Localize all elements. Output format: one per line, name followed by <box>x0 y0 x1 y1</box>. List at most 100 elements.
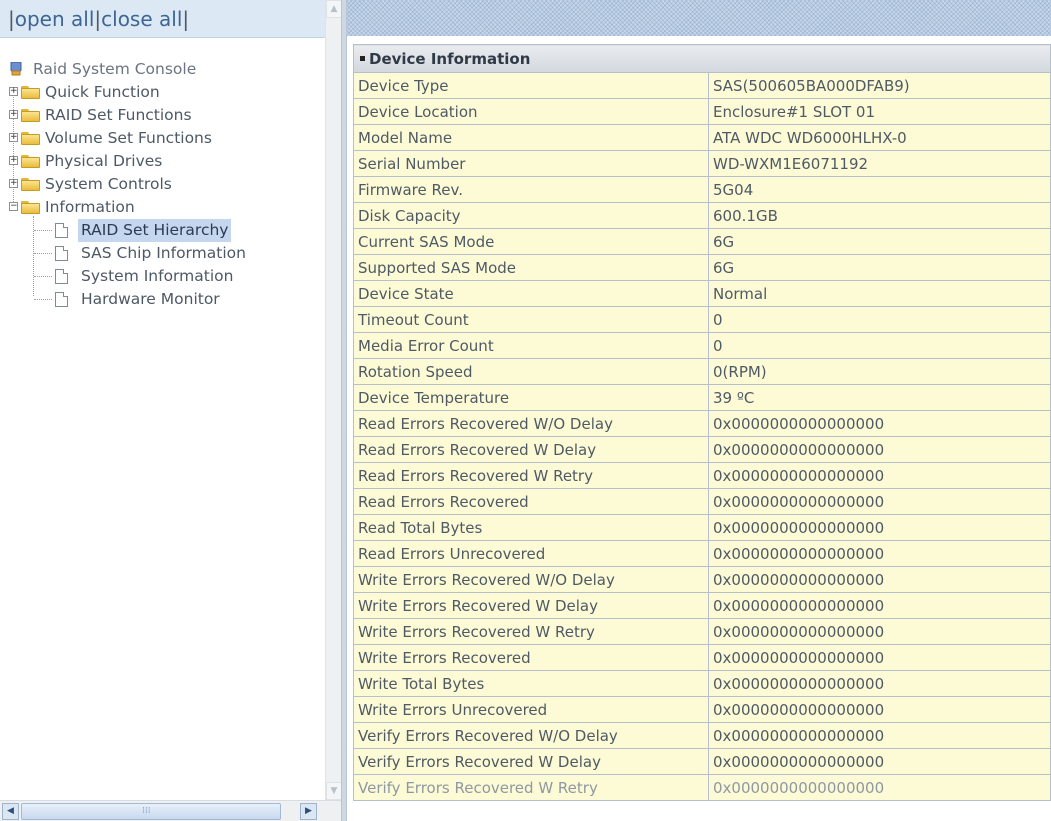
vertical-scrollbar[interactable]: ▲ ▼ <box>325 0 341 800</box>
row-label: Write Errors Unrecovered <box>353 696 709 723</box>
tree-folder-label: Information <box>45 198 135 216</box>
tree-folder-information[interactable]: − Information <box>0 196 325 219</box>
table-header-row: Device Information <box>353 44 1051 73</box>
scroll-left-icon[interactable]: ◀ <box>2 803 19 820</box>
table-row: Device Location Enclosure#1 SLOT 01 <box>353 98 1051 125</box>
tree-folder-raid-set-functions[interactable]: + RAID Set Functions <box>0 104 325 127</box>
folder-open-icon <box>21 201 40 214</box>
row-label: Write Total Bytes <box>353 670 709 697</box>
row-value: 0(RPM) <box>708 358 1051 385</box>
table-row: Write Errors Recovered W Delay 0x00000000… <box>353 592 1051 619</box>
table-row: Device State Normal <box>353 280 1051 307</box>
tree-connector <box>34 230 52 231</box>
row-label: Verify Errors Recovered W Retry <box>353 774 709 801</box>
row-value: 0 <box>708 306 1051 333</box>
row-value: ATA WDC WD6000HLHX-0 <box>708 124 1051 151</box>
row-value: 0x0000000000000000 <box>708 488 1051 515</box>
row-value: 0x0000000000000000 <box>708 696 1051 723</box>
plus-box-icon[interactable]: + <box>9 87 18 96</box>
table-row: Disk Capacity 600.1GB <box>353 202 1051 229</box>
row-value: 0x0000000000000000 <box>708 774 1051 801</box>
tree-folder-physical-drives[interactable]: + Physical Drives <box>0 150 325 173</box>
navigation-tree: Raid System Console + Quick Function + R… <box>0 58 325 311</box>
row-label: Read Total Bytes <box>353 514 709 541</box>
document-icon <box>55 292 68 307</box>
scroll-thumb[interactable] <box>21 803 281 820</box>
folder-icon <box>21 109 40 122</box>
row-label: Read Errors Recovered W Retry <box>353 462 709 489</box>
row-label: Device Location <box>353 98 709 125</box>
device-information-table: Device Information Device Type SAS(500605… <box>353 44 1051 801</box>
tree-folder-volume-set-functions[interactable]: + Volume Set Functions <box>0 127 325 150</box>
tree-folder-label: Quick Function <box>45 83 160 101</box>
tree-connector <box>34 276 52 277</box>
row-value: 6G <box>708 254 1051 281</box>
row-value: 0x0000000000000000 <box>708 670 1051 697</box>
tree-folder-system-controls[interactable]: + System Controls <box>0 173 325 196</box>
table-row: Device Type SAS(500605BA000DFAB9) <box>353 72 1051 99</box>
row-label: Disk Capacity <box>353 202 709 229</box>
table-row: Current SAS Mode 6G <box>353 228 1051 255</box>
table-row: Read Errors Unrecovered 0x000000000000000… <box>353 540 1051 567</box>
row-value: 5G04 <box>708 176 1051 203</box>
table-row: Verify Errors Recovered W/O Delay 0x00000… <box>353 722 1051 749</box>
plus-box-icon[interactable]: + <box>9 110 18 119</box>
scroll-down-icon[interactable]: ▼ <box>326 782 341 800</box>
row-label: Read Errors Unrecovered <box>353 540 709 567</box>
table-row: Read Errors Recovered W Retry 0x000000000… <box>353 462 1051 489</box>
tree-folder-quick-function[interactable]: + Quick Function <box>0 81 325 104</box>
table-row: Write Errors Unrecovered 0x00000000000000… <box>353 696 1051 723</box>
table-row: Rotation Speed 0(RPM) <box>353 358 1051 385</box>
row-value: 0x0000000000000000 <box>708 722 1051 749</box>
plus-box-icon[interactable]: + <box>9 156 18 165</box>
plus-box-icon[interactable]: + <box>9 133 18 142</box>
row-value: Normal <box>708 280 1051 307</box>
row-value: 0 <box>708 332 1051 359</box>
table-row: Read Errors Recovered 0x0000000000000000 <box>353 488 1051 515</box>
bullet-icon <box>360 55 365 61</box>
content-frame: Device Information Device Type SAS(500605… <box>347 0 1051 821</box>
tree-item-raid-set-hierarchy[interactable]: RAID Set Hierarchy <box>0 219 325 242</box>
row-value: 0x0000000000000000 <box>708 748 1051 775</box>
row-label: Write Errors Recovered <box>353 644 709 671</box>
close-all-link[interactable]: close all <box>101 7 182 31</box>
table-row: Write Total Bytes 0x0000000000000000 <box>353 670 1051 697</box>
tree-item-sas-chip-information[interactable]: SAS Chip Information <box>0 242 325 265</box>
row-label: Read Errors Recovered <box>353 488 709 515</box>
tree-item-hardware-monitor[interactable]: Hardware Monitor <box>0 288 325 311</box>
tree-folder-label: RAID Set Functions <box>45 106 192 124</box>
tree-connector <box>34 253 52 254</box>
minus-box-icon[interactable]: − <box>9 202 18 211</box>
folder-icon <box>21 155 40 168</box>
row-label: Read Errors Recovered W/O Delay <box>353 410 709 437</box>
tree-root[interactable]: Raid System Console <box>0 58 325 81</box>
row-label: Device State <box>353 280 709 307</box>
table-row: Read Errors Recovered W/O Delay 0x0000000… <box>353 410 1051 437</box>
tree-toolbar: |open all|close all| <box>0 0 325 38</box>
separator: | <box>8 7 15 31</box>
row-label: Device Temperature <box>353 384 709 411</box>
plus-box-icon[interactable]: + <box>9 179 18 188</box>
separator: | <box>182 7 190 31</box>
row-value: 600.1GB <box>708 202 1051 229</box>
scroll-up-icon[interactable]: ▲ <box>326 0 341 18</box>
row-label: Write Errors Recovered W/O Delay <box>353 566 709 593</box>
folder-icon <box>21 86 40 99</box>
scroll-right-icon[interactable]: ▶ <box>300 803 317 820</box>
open-all-link[interactable]: open all <box>15 7 95 31</box>
row-value: 0x0000000000000000 <box>708 410 1051 437</box>
row-label: Current SAS Mode <box>353 228 709 255</box>
row-value: 39 ºC <box>708 384 1051 411</box>
tree-connector <box>34 299 52 300</box>
row-value: 0x0000000000000000 <box>708 436 1051 463</box>
folder-icon <box>21 178 40 191</box>
horizontal-scrollbar[interactable]: ◀ ▶ <box>0 800 341 821</box>
table-row: Read Errors Recovered W Delay 0x000000000… <box>353 436 1051 463</box>
tree-item-system-information[interactable]: System Information <box>0 265 325 288</box>
row-label: Read Errors Recovered W Delay <box>353 436 709 463</box>
header-pattern-bar <box>347 0 1051 36</box>
row-label: Device Type <box>353 72 709 99</box>
table-row: Read Total Bytes 0x0000000000000000 <box>353 514 1051 541</box>
tree-folder-label: System Controls <box>45 175 172 193</box>
row-value: 0x0000000000000000 <box>708 592 1051 619</box>
